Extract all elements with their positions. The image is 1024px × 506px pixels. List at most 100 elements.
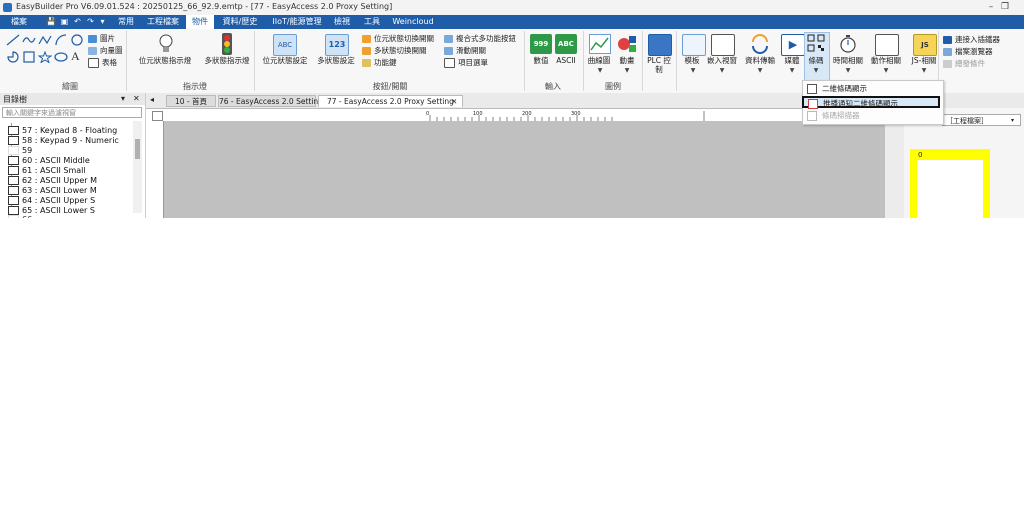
action-related-button[interactable]: 動作相關 [868, 56, 904, 65]
numeric-button[interactable]: 數值 [528, 56, 554, 65]
bit-toggle-switch-button[interactable]: 位元狀態切換開關 [362, 33, 434, 44]
menu-item-push-notification-qr-code[interactable]: 推播通知二維條碼顯示 [802, 96, 940, 109]
trigger-condition-button[interactable]: 總發條件 [943, 58, 985, 69]
slide-switch-button[interactable]: 滑動開關 [444, 45, 486, 56]
template-button[interactable]: 模板 [679, 56, 705, 65]
multi-state-lamp-button[interactable]: 多狀態指示燈 [196, 56, 258, 65]
minimize-button[interactable]: – [984, 1, 998, 13]
tree-item[interactable]: 59 [8, 146, 32, 156]
multi-state-set-button[interactable]: 多狀態設定 [312, 56, 360, 65]
bit-set-button[interactable]: 位元狀態設定 [256, 56, 314, 65]
tab-home[interactable]: 10 - 首頁 [166, 95, 216, 107]
tree-item[interactable]: 60 : ASCII Middle [8, 156, 90, 166]
draw-circle-icon[interactable] [70, 34, 84, 48]
draw-line-icon[interactable] [6, 34, 20, 48]
chevron-down-icon[interactable]: ▼ [595, 67, 605, 74]
tree-filter-input[interactable]: 輸入關鍵字來過濾視窗 [2, 107, 142, 118]
window-preview[interactable] [917, 160, 983, 218]
scrollbar-thumb[interactable] [135, 139, 140, 159]
tree-item[interactable]: 64 : ASCII Upper S [8, 196, 95, 206]
chevron-down-icon[interactable]: ▼ [787, 67, 797, 74]
chevron-down-icon[interactable]: ▼ [843, 67, 853, 74]
plugin-button[interactable]: 連接入插鐵器 [943, 34, 1000, 45]
item-list-button[interactable]: 項目選單 [444, 57, 488, 68]
tab-close-icon[interactable]: ✕ [451, 96, 457, 108]
tab-easyaccess-setting[interactable]: 76 - EasyAccess 2.0 Setting [218, 95, 323, 107]
tab-scroll-left-icon[interactable]: ◂ [150, 95, 154, 104]
new-window-icon[interactable]: ▣ [60, 17, 69, 26]
draw-ellipse-icon[interactable] [54, 51, 68, 65]
title-bar: EasyBuilder Pro V6.09.01.524 : 20250125_… [0, 0, 1024, 15]
canvas-scrollbar[interactable] [885, 111, 904, 218]
project-combo[interactable]: ［工程檔案］ ▾ [942, 114, 1021, 126]
menu-home[interactable]: 常用 [112, 15, 140, 29]
chevron-down-icon[interactable]: ▼ [919, 67, 929, 74]
chevron-down-icon[interactable]: ▼ [688, 67, 698, 74]
window-icon [8, 196, 19, 205]
function-key-button[interactable]: 功能鍵 [362, 57, 397, 68]
window-icon [8, 126, 19, 135]
menu-object[interactable]: 物件 [186, 15, 214, 29]
draw-rectangle-icon[interactable] [22, 51, 36, 65]
chevron-down-icon[interactable]: ▼ [717, 67, 727, 74]
project-combo-value: ［工程檔案］ [946, 117, 988, 125]
barcode-button[interactable]: 條碼 [804, 56, 828, 65]
file-browser-button[interactable]: 檔案瀏覽器 [943, 46, 993, 57]
picture-button[interactable]: 圖片 [88, 33, 115, 44]
time-related-button[interactable]: 時間相關 [830, 56, 866, 65]
plc-control-button[interactable]: PLC 控制 [644, 56, 674, 74]
tab-easyaccess-proxy-setting[interactable]: 77 - EasyAccess 2.0 Proxy Setting ✕ [318, 95, 463, 107]
chevron-down-icon[interactable]: ▼ [811, 67, 821, 74]
redo-icon[interactable]: ↷ [86, 17, 95, 26]
vector-graphic-button[interactable]: 向量圖 [88, 45, 123, 56]
preview-label: 0 [918, 151, 923, 159]
ribbon-separator [676, 31, 677, 91]
menu-file[interactable]: 檔案 [4, 15, 34, 29]
tree-item[interactable]: 63 : ASCII Lower M [8, 186, 97, 196]
chevron-down-icon[interactable]: ▾ [1011, 115, 1014, 127]
chevron-down-icon[interactable]: ▼ [881, 67, 891, 74]
menu-item-barcode-scanner[interactable]: 條碼掃描器 [807, 110, 860, 122]
multi-state-switch-button[interactable]: 多狀態切換開關 [362, 45, 427, 56]
js-related-button[interactable]: JS-相關 [906, 56, 942, 65]
tree-item[interactable]: 57 : Keypad 8 - Floating [8, 126, 117, 136]
draw-pie-icon[interactable] [6, 51, 20, 65]
tree-item[interactable]: 61 : ASCII Small [8, 166, 86, 176]
menu-view[interactable]: 檢視 [330, 15, 354, 29]
restore-button[interactable]: ❐ [998, 1, 1012, 13]
ascii-input-icon: ABC [555, 34, 577, 54]
animation-button[interactable]: 動畫 [613, 56, 641, 65]
undo-icon[interactable]: ↶ [73, 17, 82, 26]
chevron-down-icon[interactable]: ▼ [755, 67, 765, 74]
draw-arc-icon[interactable] [54, 34, 68, 48]
tree-item[interactable]: 62 : ASCII Upper M [8, 176, 97, 186]
menu-weincloud[interactable]: Weincloud [390, 15, 436, 29]
ascii-button[interactable]: ASCII [553, 56, 579, 65]
panel-close-icon[interactable]: ✕ [133, 94, 140, 103]
multi-state-set-icon: 123 [325, 34, 349, 56]
panel-pin-icon[interactable]: ▾ [121, 94, 125, 103]
draw-polyline-icon[interactable] [38, 34, 52, 48]
menu-data-history[interactable]: 資料/歷史 [218, 15, 262, 29]
menu-project[interactable]: 工程檔案 [142, 15, 184, 29]
save-icon[interactable]: 💾 [46, 17, 56, 26]
media-button[interactable]: 媒體 [778, 56, 806, 65]
draw-text-icon[interactable]: A [71, 49, 80, 64]
draw-curve-icon[interactable] [22, 34, 36, 48]
combo-button-button[interactable]: 複合式多功能按鈕 [444, 33, 516, 44]
menu-item-qr-code-display[interactable]: 二維條碼顯示 [807, 83, 867, 95]
bit-lamp-button[interactable]: 位元狀態指示燈 [132, 56, 198, 65]
tree-item[interactable]: 66 [8, 215, 32, 218]
menu-tools[interactable]: 工具 [360, 15, 384, 29]
data-transfer-button[interactable]: 資料傳輸 [742, 56, 778, 65]
quick-access-dropdown-icon[interactable]: ▾ [98, 17, 107, 26]
editor-canvas[interactable] [152, 121, 885, 218]
draw-star-icon[interactable] [37, 50, 53, 65]
tree-item[interactable]: 58 : Keypad 9 - Numeric [8, 136, 119, 146]
chevron-down-icon[interactable]: ▼ [622, 67, 632, 74]
trend-graph-button[interactable]: 曲線圖 [584, 56, 614, 65]
table-button[interactable]: 表格 [88, 57, 117, 68]
tree-scrollbar[interactable] [133, 121, 142, 213]
menu-iiot[interactable]: IIoT/能源管理 [266, 15, 328, 29]
embedded-window-button[interactable]: 嵌入視窗 [704, 56, 740, 65]
